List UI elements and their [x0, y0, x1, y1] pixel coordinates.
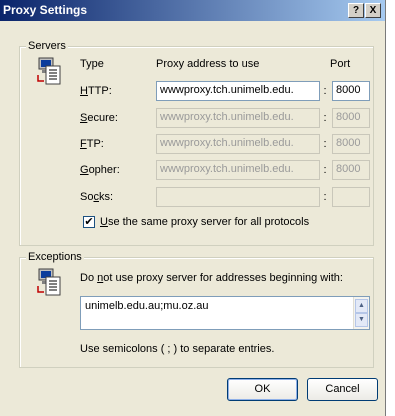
gopher-label: Gopher:: [80, 164, 120, 176]
scroll-up-icon[interactable]: ▲: [355, 299, 368, 313]
servers-group: Servers Type Proxy address to use Port H…: [19, 40, 374, 246]
ftp-colon: :: [323, 138, 327, 150]
close-button[interactable]: X: [365, 3, 381, 18]
exceptions-description: Do not use proxy server for addresses be…: [80, 272, 343, 284]
column-port-header: Port: [330, 58, 351, 70]
proxy-settings-dialog: Proxy Settings ? X Servers Type Proxy ad…: [0, 0, 386, 416]
http-port-input[interactable]: 8000: [332, 81, 370, 101]
title-bar: Proxy Settings ? X: [0, 0, 385, 21]
exceptions-scrollbar[interactable]: ▲ ▼: [353, 297, 369, 329]
exceptions-legend: Exceptions: [26, 251, 84, 263]
same-proxy-label[interactable]: Use the same proxy server for all protoc…: [100, 216, 309, 228]
ok-button[interactable]: OK: [227, 378, 298, 401]
secure-label: Secure:: [80, 112, 118, 124]
secure-port-input[interactable]: 8000: [332, 108, 370, 128]
column-address-header: Proxy address to use: [156, 58, 260, 70]
http-address-input[interactable]: wwwproxy.tch.unimelb.edu.: [156, 81, 320, 101]
same-proxy-checkbox[interactable]: ✔: [83, 216, 95, 228]
ftp-port-input[interactable]: 8000: [332, 134, 370, 154]
network-computer-icon: [37, 57, 61, 85]
ftp-address-input[interactable]: wwwproxy.tch.unimelb.edu.: [156, 134, 320, 154]
window-title: Proxy Settings: [3, 3, 88, 17]
http-label: HTTP:: [80, 85, 112, 97]
servers-legend: Servers: [26, 40, 68, 52]
socks-label: Socks:: [80, 191, 114, 203]
ftp-label: FTP:: [80, 138, 104, 150]
secure-address-input[interactable]: wwwproxy.tch.unimelb.edu.: [156, 108, 320, 128]
http-colon: :: [323, 85, 327, 97]
exceptions-textarea[interactable]: unimelb.edu.au;mu.oz.au ▲ ▼: [80, 296, 370, 330]
exceptions-hint: Use semicolons ( ; ) to separate entries…: [80, 343, 275, 355]
scroll-down-icon[interactable]: ▼: [355, 313, 368, 327]
gopher-colon: :: [323, 164, 327, 176]
network-computer-icon: [37, 268, 61, 296]
socks-address-input[interactable]: [156, 187, 320, 207]
socks-colon: :: [323, 191, 327, 203]
secure-colon: :: [323, 112, 327, 124]
gopher-address-input[interactable]: wwwproxy.tch.unimelb.edu.: [156, 160, 320, 180]
column-type-header: Type: [80, 58, 104, 70]
cancel-button[interactable]: Cancel: [307, 378, 378, 401]
socks-port-input[interactable]: [332, 187, 370, 207]
exceptions-group: Exceptions Do not use proxy server for a…: [19, 251, 374, 368]
help-button[interactable]: ?: [348, 3, 364, 18]
exceptions-value: unimelb.edu.au;mu.oz.au: [85, 300, 209, 312]
gopher-port-input[interactable]: 8000: [332, 160, 370, 180]
